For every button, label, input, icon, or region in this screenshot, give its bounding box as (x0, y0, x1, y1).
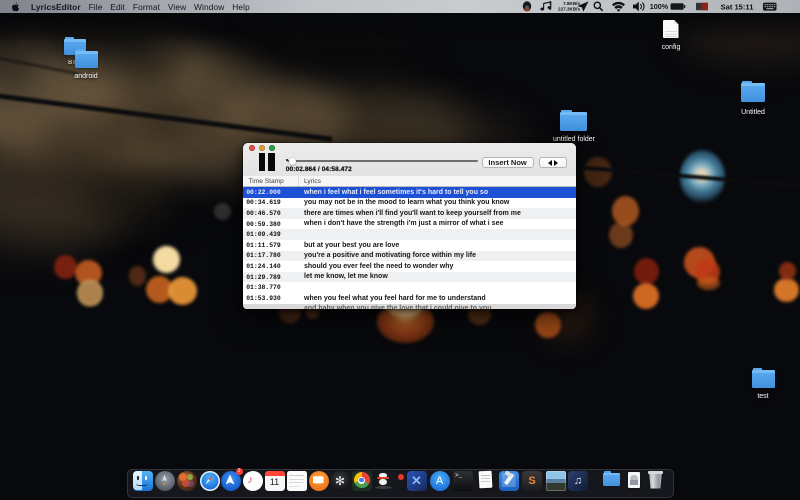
svg-text:Sat 15:11: Sat 15:11 (721, 2, 755, 11)
svg-text:100%: 100% (650, 2, 669, 11)
svg-text:7.8KB/s: 7.8KB/s (563, 1, 580, 6)
svg-text:227.3KB/s: 227.3KB/s (558, 7, 580, 12)
